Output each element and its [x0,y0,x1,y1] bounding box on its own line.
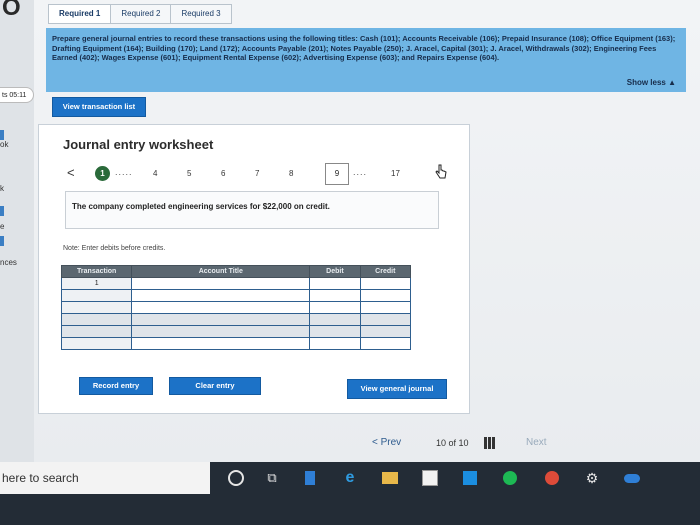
pager-page-selected[interactable]: 9 [325,163,349,185]
transaction-cell [60,313,133,326]
journal-worksheet: Journal entry worksheet < 1 ..... 4 5 6 … [38,124,470,414]
worksheet-title: Journal entry worksheet [63,137,214,152]
credit-input[interactable] [359,289,412,302]
task-view-icon[interactable]: ⧉ [262,468,282,488]
credit-input[interactable] [359,313,412,326]
credit-input[interactable] [359,325,412,338]
entry-pager: < 1 ..... 4 5 6 7 8 9 .... 17 [63,163,463,185]
pager-page[interactable]: 6 [221,169,225,178]
table-row: 1 [60,277,412,290]
file-explorer-icon[interactable] [380,468,400,488]
app-icon[interactable] [300,468,320,488]
debit-input[interactable] [309,277,361,290]
col-account-title: Account Title [131,265,311,278]
show-less-link[interactable]: Show less ▲ [627,78,676,87]
credit-input[interactable] [359,337,412,350]
search-placeholder: here to search [2,471,79,485]
store-icon[interactable] [420,468,440,488]
account-title-input[interactable] [131,301,311,314]
col-transaction: Transaction [60,265,133,278]
table-row [60,301,412,314]
table-row [60,313,412,326]
current-entry[interactable]: 1 [95,166,110,181]
credit-input[interactable] [359,301,412,314]
table-row [60,289,412,302]
transaction-description: The company completed engineering servic… [65,191,439,229]
transaction-text: The company completed engineering servic… [72,202,330,211]
cortana-icon[interactable] [226,468,246,488]
tab-required-3[interactable]: Required 3 [170,4,232,24]
view-general-journal-button[interactable]: View general journal [347,379,447,399]
clear-entry-button[interactable]: Clear entry [169,377,261,395]
transaction-cell [60,301,133,314]
chrome-icon[interactable] [542,468,562,488]
debit-input[interactable] [309,289,361,302]
requirement-tabs: Required 1 Required 2 Required 3 [48,4,232,24]
account-title-input[interactable] [131,325,311,338]
pager-ellipsis: ..... [115,167,133,177]
question-count: 10 of 10 [436,438,469,448]
tab-required-1[interactable]: Required 1 [48,4,112,24]
pager-page[interactable]: 7 [255,169,259,178]
edge-fragment: k [0,184,4,193]
account-title-input[interactable] [131,277,311,290]
record-entry-button[interactable]: Record entry [79,377,153,395]
debit-input[interactable] [309,313,361,326]
pager-page[interactable]: 8 [289,169,293,178]
col-debit: Debit [309,265,361,278]
table-row [60,325,412,338]
col-credit: Credit [359,265,412,278]
tab-required-2[interactable]: Required 2 [110,4,172,24]
page: O ok k e nces ts 05:11 Required 1 Requir… [0,0,700,462]
timer-tab[interactable]: ts 05:11 [0,87,34,103]
gear-icon[interactable]: ⚙ [582,468,602,488]
edge-marker [0,236,4,246]
edge-marker [0,206,4,216]
transaction-cell: 1 [60,277,133,290]
journal-table: Transaction Account Title Debit Credit 1 [60,265,412,350]
debit-input[interactable] [309,337,361,350]
prev-button[interactable]: < Prev [372,437,401,448]
hand-cursor-icon [435,164,447,179]
logo: O [2,0,21,21]
next-button[interactable]: Next [526,437,547,448]
edge-marker [0,130,4,140]
grid-icon[interactable] [484,437,496,449]
debit-input[interactable] [309,301,361,314]
edge-browser-icon[interactable]: e [340,468,360,488]
instructions-text: Prepare general journal entries to recor… [52,34,676,62]
pager-ellipsis: .... [353,167,368,177]
table-row [60,337,412,350]
account-title-input[interactable] [131,337,311,350]
account-title-input[interactable] [131,289,311,302]
app-icon[interactable] [460,468,480,488]
edge-fragment: nces [0,258,17,267]
transaction-cell [60,325,133,338]
pager-page[interactable]: 5 [187,169,191,178]
chevron-left-icon[interactable]: < [67,165,75,180]
taskbar-search[interactable]: here to search [0,462,210,494]
edge-fragment: ok [0,140,9,149]
debit-input[interactable] [309,325,361,338]
transaction-cell [60,337,133,350]
spotify-icon[interactable] [500,468,520,488]
view-transaction-list-button[interactable]: View transaction list [52,97,146,117]
left-edge: O ok k e nces [0,0,34,462]
edge-fragment: e [0,222,5,231]
windows-taskbar: here to search ⧉ e ⚙ [0,462,700,525]
cloud-icon[interactable] [622,468,642,488]
pager-page[interactable]: 17 [391,169,400,178]
question-navigation: < Prev 10 of 10 Next [368,437,608,453]
transaction-cell [60,289,133,302]
pager-page[interactable]: 4 [153,169,157,178]
credit-input[interactable] [359,277,412,290]
debits-note: Note: Enter debits before credits. [63,245,166,252]
instructions-panel: Prepare general journal entries to recor… [46,28,686,92]
account-title-input[interactable] [131,313,311,326]
